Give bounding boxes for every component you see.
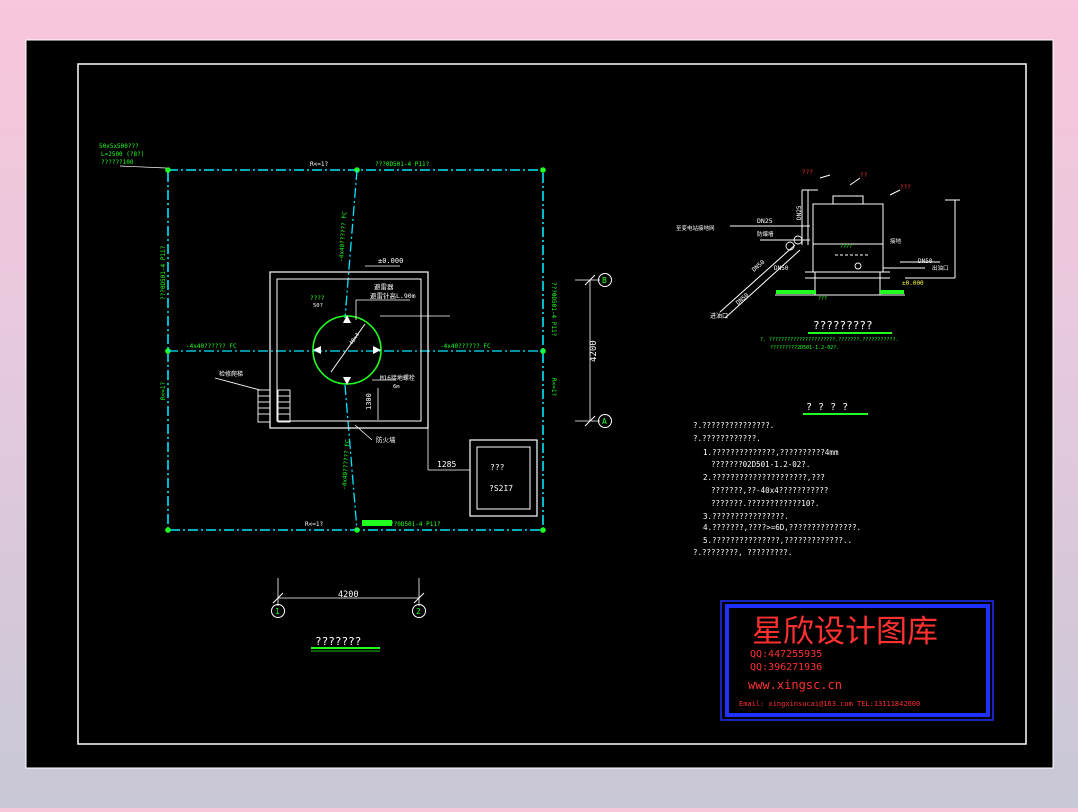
- rod-height-label: 避雷针高L.90m: [370, 291, 416, 300]
- elevation-label: ±0.000: [378, 257, 403, 265]
- tank-label-2: ?S2I7: [489, 484, 513, 493]
- outlet-label: 出油口: [932, 264, 949, 272]
- lightning-belt-label: 防火墙: [376, 435, 396, 444]
- dim-4200-horizontal: 4200: [338, 590, 358, 600]
- radius-top: R<=1?: [310, 161, 328, 168]
- radius-left: R<=1?: [160, 382, 167, 400]
- section-small-2: ???: [818, 296, 827, 302]
- axis-b-label: B: [602, 276, 607, 285]
- stair-label: 检修爬梯: [219, 370, 243, 378]
- bottom-cable-label: ??0D501-4 P11?: [390, 521, 441, 528]
- left-cable-label: ???0D501-4 P11?: [160, 245, 167, 300]
- outlet-dn50: DN50: [918, 258, 933, 265]
- radius-right: R<=1?: [550, 378, 557, 396]
- corner-note-2: L=2500 (?8?): [101, 151, 144, 158]
- top-cable-label: ???0D501-4 P11?: [375, 161, 430, 168]
- axis-2-label: 2: [416, 607, 421, 616]
- section-label-top-2: ??: [860, 172, 868, 179]
- corner-note-1: 50x5x500???: [99, 143, 139, 150]
- stamp-email: Email: xingxinsucai@163.com TEL:13111842…: [739, 700, 920, 708]
- axis-a-label: A: [602, 417, 607, 426]
- stamp-qq-2: QQ:396271936: [750, 662, 822, 673]
- horiz-label-right: -4x40?????? FC: [440, 343, 491, 350]
- note-line: 3.????????????????.: [703, 512, 789, 521]
- note-line: 1.??????????????,??????????4mm: [703, 448, 839, 457]
- section-label-top-1: ???: [802, 169, 813, 176]
- lightning-rod-label: 避雷器: [374, 282, 394, 291]
- corner-note-3: ??????100: [101, 159, 134, 166]
- bolt-sub-label: 6m: [393, 384, 400, 390]
- pipe-dn25-vertical: DN25: [796, 205, 803, 220]
- ring-label-1: ????: [310, 295, 325, 302]
- pipe-label-left: 至变电站接地网: [676, 224, 715, 232]
- notes-heading: ? ? ? ?: [806, 402, 848, 413]
- stamp-qq-1: QQ:447255935: [750, 649, 822, 660]
- pipe-dn50-low: DN50: [774, 265, 789, 272]
- right-cable-label: ???0D501-4 P11?: [550, 282, 557, 337]
- note-line: 2.?????????????????????,???: [703, 473, 825, 482]
- pipe-dn25: DN25: [757, 217, 773, 225]
- stamp-title: 星欣设计图库: [752, 614, 938, 650]
- section-label-top-3: ???: [900, 184, 911, 191]
- section-title: ?????????: [813, 319, 873, 332]
- dim-4200-vertical: 4200: [589, 340, 599, 362]
- note-line: ?.????????????.: [693, 434, 761, 443]
- plan-title: ???????: [315, 635, 361, 648]
- ring-label-2: 50?: [313, 303, 323, 309]
- section-small-1: ????: [840, 244, 852, 250]
- bolt-label: M16接地螺栓: [380, 374, 415, 382]
- note-line: ???????,??-40x4???????????: [711, 486, 828, 495]
- note-line: 4.???????,????>=6D,???????????????.: [703, 523, 861, 532]
- section-note-2: ?????????2D501-1.2-02?.: [770, 345, 839, 351]
- note-line: ?.????????, ?????????.: [693, 548, 792, 557]
- pipe-label-right: 接地: [890, 237, 902, 245]
- pipe-label-mid: 防爆墙: [757, 230, 774, 238]
- note-line: ???????.????????????10?.: [711, 499, 819, 508]
- stamp-url: www.xingsc.cn: [748, 678, 842, 692]
- section-note-1: ?. ??????????????????????.???????.??????…: [760, 337, 898, 343]
- note-line: ???????02D501-1.2-02?.: [711, 460, 810, 469]
- drawing-canvas[interactable]: [25, 39, 1054, 769]
- cad-viewport[interactable]: 50x5x500??? L=2500 (?8?) ??????100 R<=1?…: [0, 0, 1078, 808]
- dim-1300: 1300: [365, 393, 373, 410]
- tank-label-1: ???: [490, 463, 505, 472]
- horiz-label-left: -4x40?????? FC: [186, 343, 237, 350]
- inlet-label: 进油口: [710, 312, 728, 320]
- note-line: 5.???????????????,?????????????..: [703, 536, 852, 545]
- dim-1285: 1285: [437, 460, 456, 469]
- radius-bottom: R<=1?: [305, 521, 323, 528]
- section-elevation: ±0.000: [902, 280, 924, 287]
- note-line: ?.???????????????.: [693, 421, 774, 430]
- axis-1-label: 1: [275, 607, 280, 616]
